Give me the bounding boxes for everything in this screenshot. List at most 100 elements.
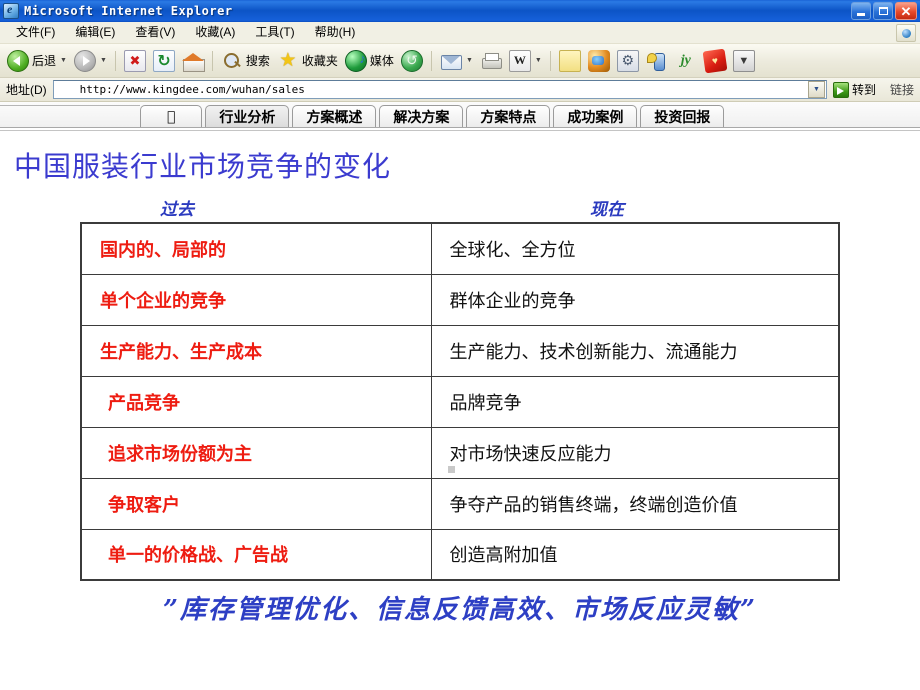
tab-solution-overview[interactable]: 方案概述	[292, 105, 377, 127]
refresh-button[interactable]	[150, 47, 178, 75]
redbag-icon	[702, 48, 728, 73]
toolbar-separator	[211, 50, 213, 71]
address-bar: 地址(D) http://www.kingdee.com/wuhan/sales…	[0, 78, 920, 102]
comparison-table: 国内的、局部的 全球化、全方位 单个企业的竞争 群体企业的竞争 生产能力、生产成…	[80, 222, 840, 581]
cell-past: 单一的价格战、广告战	[80, 528, 432, 581]
stop-icon	[123, 49, 146, 72]
tab-solution-features[interactable]: 方案特点	[466, 105, 551, 127]
tab-success-cases[interactable]: 成功案例	[553, 105, 638, 127]
print-icon	[480, 50, 502, 72]
cell-past: 单个企业的竞争	[80, 273, 432, 326]
address-dropdown-button[interactable]: ▼	[807, 81, 825, 98]
history-icon	[400, 49, 423, 72]
print-button[interactable]	[477, 47, 505, 75]
render-artifact	[448, 466, 455, 473]
toolbar-separator	[430, 50, 432, 71]
forward-button[interactable]: ▼	[71, 47, 110, 75]
cell-past: 争取客户	[80, 477, 432, 530]
address-label: 地址(D)	[6, 83, 47, 97]
table-row: 争取客户 争夺产品的销售终端，终端创造价值	[80, 477, 840, 530]
table-row: 单个企业的竞争 群体企业的竞争	[80, 273, 840, 326]
address-input[interactable]: http://www.kingdee.com/wuhan/sales ▼	[52, 80, 827, 99]
tab-roi[interactable]: 投资回报	[640, 105, 725, 127]
cell-now: 争夺产品的销售终端，终端创造价值	[430, 477, 840, 530]
presentation-tabs:  行业分析 方案概述 解决方案 方案特点 成功案例 投资回报	[0, 102, 920, 128]
toolbar-separator	[114, 50, 116, 71]
media-button[interactable]: 媒体	[342, 47, 397, 75]
table-row: 追求市场份额为主 对市场快速反应能力	[80, 426, 840, 479]
cell-past: 生产能力、生产成本	[80, 324, 432, 377]
tab-home-apple[interactable]: 	[140, 105, 203, 127]
cell-now: 品牌竞争	[430, 375, 840, 428]
links-button[interactable]: 链接	[882, 81, 918, 98]
notes-button[interactable]	[556, 47, 584, 75]
cell-now: 生产能力、技术创新能力、流通能力	[430, 324, 840, 377]
address-url-text: http://www.kingdee.com/wuhan/sales	[79, 83, 305, 96]
page-content:  行业分析 方案概述 解决方案 方案特点 成功案例 投资回报 中国服装行业市场…	[0, 102, 920, 690]
close-button[interactable]: ✕	[895, 2, 917, 20]
cell-now: 创造高附加值	[430, 528, 840, 581]
chevron-down-icon[interactable]: ▼	[60, 57, 67, 64]
mail-icon	[440, 50, 462, 72]
history-button[interactable]	[398, 47, 426, 75]
tab-industry-analysis[interactable]: 行业分析	[205, 105, 290, 127]
edit-word-button[interactable]: ▼	[506, 47, 545, 75]
cell-now: 全球化、全方位	[430, 222, 840, 275]
window-title: Microsoft Internet Explorer	[24, 4, 233, 18]
go-button[interactable]: 转到	[827, 81, 882, 98]
cell-past: 产品竞争	[80, 375, 432, 428]
tab-rail	[0, 105, 140, 127]
search-button[interactable]: 搜索	[218, 47, 273, 75]
chevron-down-icon[interactable]: ▼	[535, 57, 542, 64]
window-titlebar: Microsoft Internet Explorer ✕	[0, 0, 920, 22]
cell-past: 国内的、局部的	[80, 222, 432, 275]
table-row: 产品竞争 品牌竞争	[80, 375, 840, 428]
browser-toolbar: 后退 ▼ ▼ 搜索 收藏夹 媒体 ▼ ▼	[0, 44, 920, 78]
stop-button[interactable]	[121, 47, 149, 75]
menu-tools[interactable]: 工具(T)	[245, 23, 304, 41]
msn-button[interactable]	[585, 47, 613, 75]
column-headers: 过去 现在	[0, 195, 920, 220]
media-button-label: 媒体	[369, 54, 394, 68]
cell-past: 追求市场份额为主	[80, 426, 432, 479]
favorites-button[interactable]: 收藏夹	[274, 47, 341, 75]
mail-button[interactable]: ▼	[437, 47, 476, 75]
redbag-button[interactable]	[701, 47, 729, 75]
menu-help[interactable]: 帮助(H)	[305, 23, 366, 41]
notes-icon	[558, 49, 581, 72]
column-header-now: 现在	[590, 200, 624, 220]
settings-button[interactable]	[614, 47, 642, 75]
toolbar-separator	[549, 50, 551, 71]
search-icon	[221, 50, 243, 72]
menu-file[interactable]: 文件(F)	[6, 23, 65, 41]
table-row: 国内的、局部的 全球化、全方位	[80, 222, 840, 275]
minimize-button[interactable]	[851, 2, 871, 20]
table-row: 单一的价格战、广告战 创造高附加值	[80, 528, 840, 581]
menu-favorites[interactable]: 收藏(A)	[185, 23, 245, 41]
go-arrow-icon	[832, 81, 849, 98]
download-icon	[732, 49, 755, 72]
slide-slogan: ”库存管理优化、信息反馈高效、市场反应灵敏”	[163, 595, 757, 625]
slide-body: 中国服装行业市场竞争的变化 过去 现在 国内的、局部的 全球化、全方位 单个企业…	[0, 131, 920, 667]
favorites-button-label: 收藏夹	[301, 54, 338, 68]
download-button[interactable]	[730, 47, 758, 75]
menubar: 文件(F) 编辑(E) 查看(V) 收藏(A) 工具(T) 帮助(H)	[0, 22, 920, 44]
home-button[interactable]	[179, 47, 207, 75]
maximize-button[interactable]	[873, 2, 893, 20]
forward-icon	[73, 49, 96, 72]
back-icon	[7, 49, 29, 72]
menu-edit[interactable]: 编辑(E)	[65, 23, 125, 41]
joy-button[interactable]	[672, 47, 700, 75]
chevron-down-icon[interactable]: ▼	[466, 57, 473, 64]
tab-solution[interactable]: 解决方案	[379, 105, 464, 127]
back-button-label: 后退	[32, 54, 57, 68]
back-button[interactable]: 后退 ▼	[4, 47, 70, 75]
chevron-down-icon[interactable]: ▼	[100, 57, 107, 64]
msn-icon	[587, 49, 610, 72]
favorites-star-icon	[277, 50, 299, 72]
go-button-label: 转到	[851, 83, 876, 97]
window-controls: ✕	[851, 2, 917, 20]
menu-view[interactable]: 查看(V)	[125, 23, 185, 41]
settings-icon	[616, 49, 639, 72]
messenger-button[interactable]	[643, 47, 671, 75]
